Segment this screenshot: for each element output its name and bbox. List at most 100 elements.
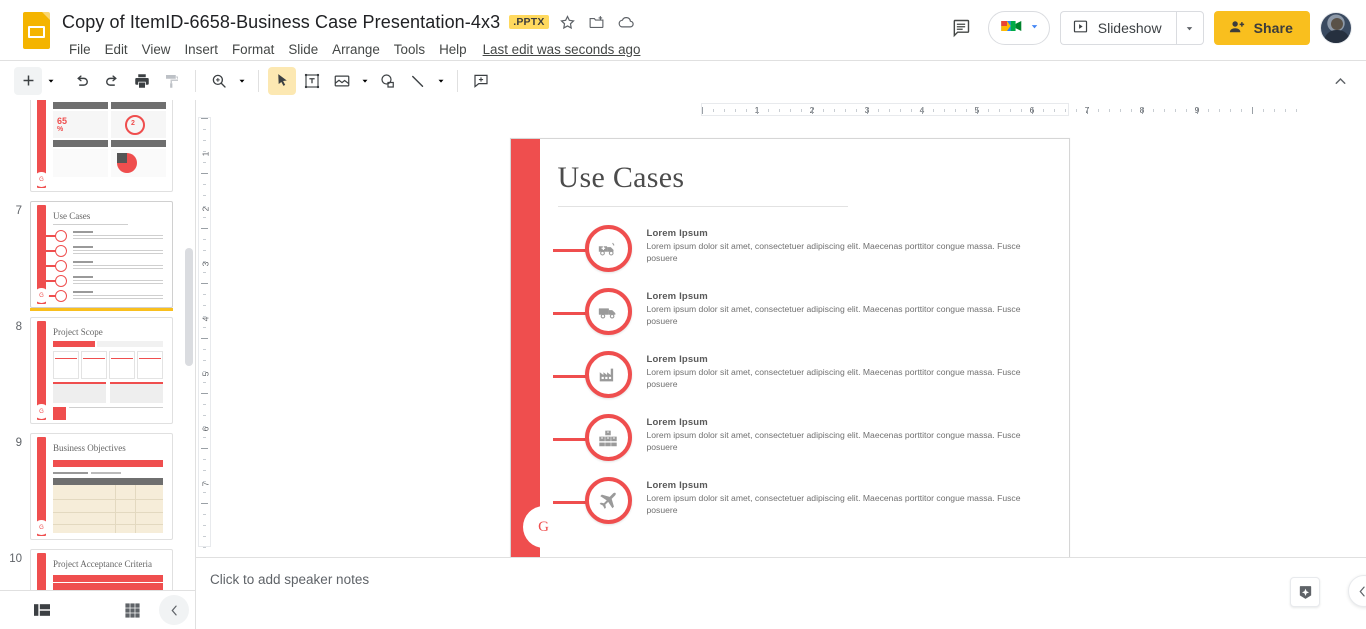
menu-item-help[interactable]: Help [432, 40, 474, 59]
slide-title[interactable]: Use Cases [558, 161, 685, 195]
undo-button[interactable] [68, 67, 96, 95]
insert-image-button[interactable] [328, 67, 356, 95]
user-avatar[interactable] [1320, 12, 1352, 44]
collapse-notes-button[interactable] [1348, 575, 1366, 607]
speaker-notes-placeholder[interactable]: Click to add speaker notes [210, 572, 1366, 587]
paint-format-button[interactable] [158, 67, 186, 95]
document-title[interactable]: Copy of ItemID-6658-Business Case Presen… [62, 12, 500, 33]
use-case-row[interactable]: Lorem Ipsum Lorem ipsum dolor sit amet, … [541, 476, 1053, 528]
line-caret[interactable] [434, 68, 448, 94]
grid-view-icon[interactable] [116, 594, 148, 626]
slide-thumbnail-10[interactable]: Project Acceptance Criteria [30, 549, 173, 590]
thumbnail-number: 8 [0, 317, 30, 333]
thumbnail-row[interactable]: Problem Statement 65 % 2 G [0, 100, 195, 192]
use-case-body: Lorem ipsum dolor sit amet, consectetuer… [647, 493, 1047, 516]
person-add-icon [1228, 18, 1246, 39]
slide-watermark: G [523, 506, 565, 548]
slide-thumbnail-8[interactable]: Project Scope [30, 317, 173, 424]
zoom-button[interactable] [205, 67, 233, 95]
menu-item-view[interactable]: View [135, 40, 178, 59]
new-slide-button[interactable] [14, 67, 42, 95]
use-case-text: Lorem Ipsum Lorem ipsum dolor sit amet, … [647, 228, 1053, 264]
filmstrip-view-icon[interactable] [26, 594, 58, 626]
use-case-heading: Lorem Ipsum [647, 480, 1053, 491]
slide-title-underline [558, 206, 848, 207]
thumbnail-title: Project Acceptance Criteria [53, 559, 152, 569]
thumbnail-row[interactable]: 8 Project Scope [0, 317, 195, 424]
ruler-v-label: 4 [200, 317, 210, 322]
select-tool-button[interactable] [268, 67, 296, 95]
horizontal-ruler[interactable]: 1 2 3 4 5 6 7 8 9 [196, 100, 1366, 117]
speaker-notes-panel[interactable]: Click to add speaker notes [196, 557, 1366, 629]
menu-item-slide[interactable]: Slide [281, 40, 325, 59]
google-meet-button[interactable] [988, 11, 1050, 45]
toolbar-divider-3 [457, 70, 458, 92]
slideshow-group: Slideshow [1060, 11, 1204, 45]
menu-item-tools[interactable]: Tools [387, 40, 432, 59]
redo-button[interactable] [98, 67, 126, 95]
new-slide-caret[interactable] [44, 68, 58, 94]
collapse-filmstrip-button[interactable] [159, 595, 189, 625]
line-button[interactable] [404, 67, 432, 95]
comment-icon[interactable] [944, 11, 978, 45]
last-edit-status[interactable]: Last edit was seconds ago [483, 42, 641, 57]
thumbnail-list[interactable]: Problem Statement 65 % 2 G [0, 100, 195, 590]
filmstrip-scrollbar[interactable] [185, 248, 193, 366]
factory-icon [585, 351, 632, 398]
canvas-area: 1 2 3 4 5 6 7 Use Cases [196, 117, 1366, 557]
thumbnail-title: Project Scope [53, 327, 103, 337]
use-case-body: Lorem ipsum dolor sit amet, consectetuer… [647, 430, 1047, 453]
thumbnail-row[interactable]: 9 Business Objectives G [0, 433, 195, 540]
slide-thumbnail-6[interactable]: Problem Statement 65 % 2 G [30, 100, 173, 192]
use-case-row[interactable]: Lorem Ipsum Lorem ipsum dolor sit amet, … [541, 287, 1053, 339]
toolbar [0, 60, 1366, 100]
vertical-ruler[interactable]: 1 2 3 4 5 6 7 [196, 117, 213, 557]
menu-item-edit[interactable]: Edit [98, 40, 135, 59]
slide-thumbnail-7[interactable]: Use Cases [30, 201, 173, 308]
main-area: Problem Statement 65 % 2 G [0, 100, 1366, 629]
add-comment-icon[interactable] [467, 67, 495, 95]
google-slides-logo [20, 10, 54, 54]
slide-stage[interactable]: Use Cases Lorem Ipsum Lorem ipsum dolor … [213, 117, 1366, 557]
ruler-v-label: 1 [200, 152, 210, 157]
slide-editor: 1 2 3 4 5 6 7 8 9 1 2 3 4 5 6 7 [196, 100, 1366, 629]
thumbnail-row[interactable]: 10 Project Acceptance Criteria [0, 549, 195, 590]
play-icon [1072, 18, 1089, 38]
ruler-v-label: 2 [200, 207, 210, 212]
slide-accent-bar [511, 139, 540, 557]
use-case-body: Lorem ipsum dolor sit amet, consectetuer… [647, 367, 1047, 390]
shape-button[interactable] [374, 67, 402, 95]
menu-item-file[interactable]: File [62, 40, 98, 59]
menu-item-arrange[interactable]: Arrange [325, 40, 387, 59]
share-button[interactable]: Share [1214, 11, 1310, 45]
zoom-caret[interactable] [235, 68, 249, 94]
header-actions: Slideshow Share [944, 11, 1352, 45]
slide-filmstrip: Problem Statement 65 % 2 G [0, 100, 196, 629]
thumbnail-row[interactable]: 7 Use Cases [0, 201, 195, 308]
slide-canvas[interactable]: Use Cases Lorem Ipsum Lorem ipsum dolor … [510, 138, 1070, 558]
explore-icon[interactable] [1290, 577, 1320, 607]
slideshow-caret[interactable] [1176, 11, 1204, 45]
insert-image-caret[interactable] [358, 68, 372, 94]
use-case-text: Lorem Ipsum Lorem ipsum dolor sit amet, … [647, 417, 1053, 453]
print-button[interactable] [128, 67, 156, 95]
menu-item-insert[interactable]: Insert [177, 40, 225, 59]
use-case-heading: Lorem Ipsum [647, 354, 1053, 365]
use-case-row[interactable]: Lorem Ipsum Lorem ipsum dolor sit amet, … [541, 224, 1053, 276]
collapse-toolbar-button[interactable] [1326, 67, 1354, 95]
slideshow-button[interactable]: Slideshow [1060, 11, 1176, 45]
move-to-folder-icon[interactable] [587, 12, 607, 32]
toolbar-divider [195, 70, 196, 92]
star-icon[interactable] [558, 12, 578, 32]
use-case-row[interactable]: Lorem Ipsum Lorem ipsum dolor sit amet, … [541, 413, 1053, 465]
share-label: Share [1254, 20, 1293, 36]
text-box-button[interactable] [298, 67, 326, 95]
file-type-badge: .PPTX [509, 15, 548, 30]
ruler-v-label: 6 [200, 427, 210, 432]
menu-item-format[interactable]: Format [225, 40, 281, 59]
cloud-saved-icon[interactable] [616, 12, 636, 32]
use-case-row[interactable]: Lorem Ipsum Lorem ipsum dolor sit amet, … [541, 350, 1053, 402]
slideshow-label: Slideshow [1098, 20, 1162, 36]
slide-thumbnail-9[interactable]: Business Objectives G [30, 433, 173, 540]
use-case-body: Lorem ipsum dolor sit amet, consectetuer… [647, 241, 1047, 264]
